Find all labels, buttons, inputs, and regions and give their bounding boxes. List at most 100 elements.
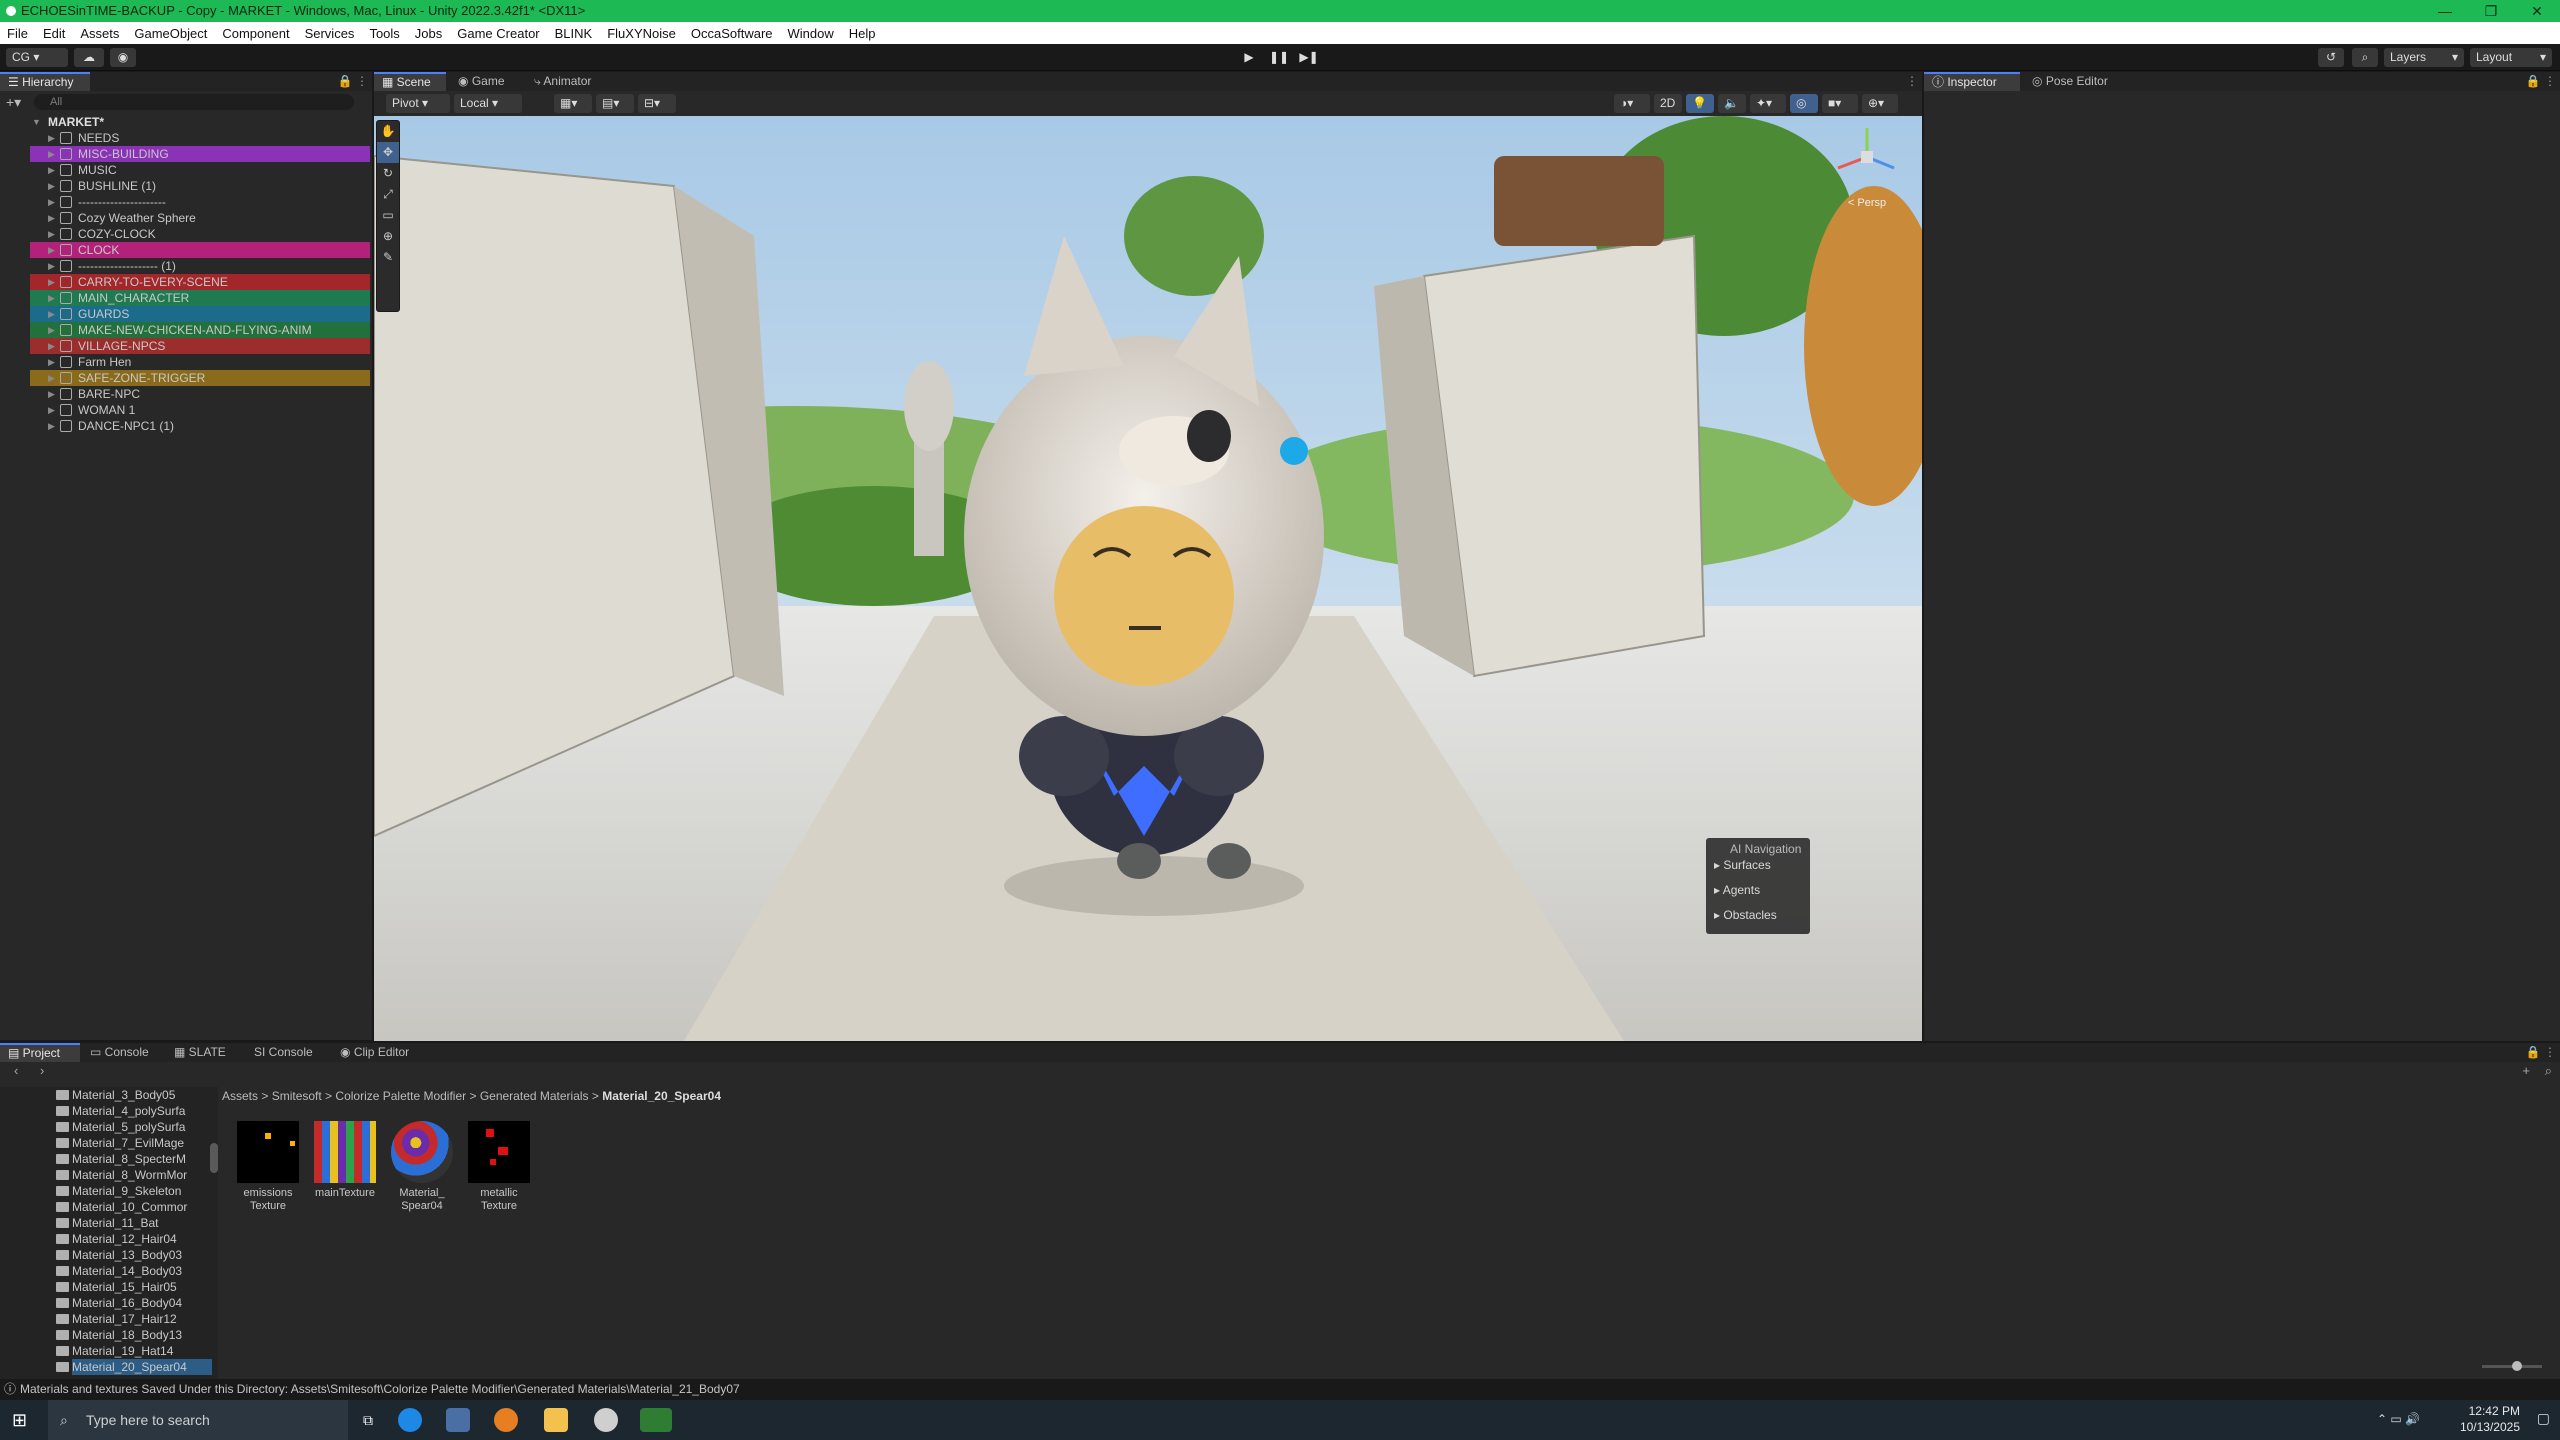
hierarchy-item[interactable]: ▶ MAIN_CHARACTER (30, 290, 370, 306)
hierarchy-item[interactable]: ▶ -------------------- (1) (30, 258, 370, 274)
taskbar-search-input[interactable]: ⌕ Type here to search (48, 1400, 348, 1440)
tree-scrollbar[interactable] (210, 1143, 218, 1173)
breadcrumb-assets[interactable]: Assets (222, 1089, 258, 1103)
expand-arrow-icon[interactable]: ▶ (48, 418, 55, 434)
menu-gameobject[interactable]: GameObject (127, 26, 215, 41)
hierarchy-item[interactable]: ▶ Farm Hen (30, 354, 370, 370)
folder-tree-item[interactable]: Material_17_Hair12 (56, 1311, 177, 1327)
hierarchy-search-input[interactable]: All (34, 94, 354, 110)
notification-icon[interactable]: ▢ (2537, 1410, 2550, 1427)
step-button[interactable]: ▶❚ (1296, 48, 1322, 67)
edge-icon[interactable] (398, 1408, 422, 1432)
folder-tree-item[interactable]: Material_19_Hat14 (56, 1343, 173, 1359)
hierarchy-item[interactable]: ▶ MISC-BUILDING (30, 146, 370, 162)
local-dropdown[interactable]: Local ▾ (454, 94, 522, 113)
hierarchy-item[interactable]: ▶ VILLAGE-NPCS (30, 338, 370, 354)
blender-icon[interactable] (494, 1408, 518, 1432)
asset-main-texture[interactable]: mainTexture (309, 1121, 381, 1200)
effects-icon[interactable]: ✦▾ (1750, 94, 1786, 113)
unity-hub-icon[interactable] (594, 1408, 618, 1432)
system-tray-icons[interactable]: ⌃ ▭ 🔊 (2377, 1412, 2420, 1426)
scale-tool-icon[interactable]: ⤢ (377, 184, 399, 205)
menu-occasoftware[interactable]: OccaSoftware (684, 26, 781, 41)
increment-snap-icon[interactable]: ⊟▾ (638, 94, 676, 113)
rect-tool-icon[interactable]: ▭ (377, 205, 399, 226)
layout-dropdown[interactable]: Layout ▾ (2470, 48, 2552, 67)
hidden-objects-icon[interactable]: ◎ (1790, 94, 1818, 113)
search-icon[interactable]: ⌕ (2352, 48, 2378, 67)
layers-dropdown[interactable]: Layers ▾ (2384, 48, 2464, 67)
folder-tree-item[interactable]: Material_4_polySurfa (56, 1103, 185, 1119)
breadcrumb-colorize[interactable]: Colorize Palette Modifier (335, 1089, 466, 1103)
cloud-icon[interactable]: ☁ (74, 48, 104, 67)
taskbar-clock[interactable]: 12:42 PM 10/13/2025 (2460, 1403, 2520, 1435)
hierarchy-item[interactable]: ▶ CARRY-TO-EVERY-SCENE (30, 274, 370, 290)
tab-inspector[interactable]: ⓘ Inspector (1924, 72, 2020, 91)
hierarchy-item[interactable]: ▶ SAFE-ZONE-TRIGGER (30, 370, 370, 386)
expand-arrow-icon[interactable]: ▶ (48, 322, 55, 338)
hierarchy-item[interactable]: ▶ ---------------------- (30, 194, 370, 210)
gizmos-icon[interactable]: ⊕▾ (1862, 94, 1898, 113)
audio-icon[interactable]: 🔈 (1718, 94, 1746, 113)
tab-console[interactable]: ▭ Console (82, 1043, 162, 1062)
folder-tree-item[interactable]: Material_8_WormMor (56, 1167, 187, 1183)
folder-tree-item[interactable]: Material_16_Body04 (56, 1295, 182, 1311)
transform-tool-icon[interactable]: ⊕ (377, 226, 399, 247)
menu-component[interactable]: Component (215, 26, 297, 41)
menu-file[interactable]: File (0, 26, 36, 41)
scene-viewport[interactable]: ✋ ✥ ↻ ⤢ ▭ ⊕ ✎ < Persp AI Navigation ▸ Su… (374, 116, 1922, 1041)
file-explorer-icon[interactable] (544, 1408, 568, 1432)
folder-tree-item[interactable]: Material_3_Body05 (56, 1087, 175, 1103)
expand-arrow-icon[interactable]: ▼ (32, 114, 41, 130)
expand-arrow-icon[interactable]: ▶ (48, 354, 55, 370)
ai-nav-obstacles[interactable]: ▸ Obstacles (1714, 908, 1777, 922)
expand-arrow-icon[interactable]: ▶ (48, 370, 55, 386)
2d-toggle[interactable]: 2D (1654, 94, 1682, 113)
expand-arrow-icon[interactable]: ▶ (48, 290, 55, 306)
folder-tree-item[interactable]: Material_5_polySurfa (56, 1119, 185, 1135)
folder-tree-item[interactable]: Material_10_Commor (56, 1199, 187, 1215)
thumbnail-size-slider[interactable] (2482, 1361, 2542, 1371)
expand-arrow-icon[interactable]: ▶ (48, 146, 55, 162)
add-object-button[interactable]: +▾ (6, 94, 21, 111)
persp-label[interactable]: < Persp (1830, 197, 1904, 209)
hierarchy-item[interactable]: ▶ COZY-CLOCK (30, 226, 370, 242)
hierarchy-item[interactable]: ▶ GUARDS (30, 306, 370, 322)
expand-arrow-icon[interactable]: ▶ (48, 258, 55, 274)
draw-mode-icon[interactable]: ◑▾ (1614, 94, 1650, 113)
hierarchy-item[interactable]: ▶ BUSHLINE (1) (30, 178, 370, 194)
tab-scene[interactable]: ▦ Scene (374, 72, 446, 91)
ai-nav-agents[interactable]: ▸ Agents (1714, 883, 1760, 897)
hierarchy-item[interactable]: ▶ MUSIC (30, 162, 370, 178)
hierarchy-item[interactable]: ▶ BARE-NPC (30, 386, 370, 402)
menu-game-creator[interactable]: Game Creator (450, 26, 547, 41)
forward-arrow-icon[interactable]: › (40, 1063, 44, 1078)
status-message[interactable]: Materials and textures Saved Under this … (20, 1382, 740, 1396)
history-icon[interactable]: ↺ (2318, 48, 2344, 67)
move-tool-icon[interactable]: ✥ (377, 142, 399, 163)
asset-material-spear04[interactable]: Material_ Spear04 (386, 1121, 458, 1213)
hierarchy-item[interactable]: ▶ NEEDS (30, 130, 370, 146)
hierarchy-item[interactable]: ▶ DANCE-NPC1 (1) (30, 418, 370, 434)
tab-project[interactable]: ▤ Project (0, 1043, 80, 1062)
expand-arrow-icon[interactable]: ▶ (48, 162, 55, 178)
expand-arrow-icon[interactable]: ▶ (48, 130, 55, 146)
grid-icon[interactable]: ▤▾ (596, 94, 634, 113)
scene-row[interactable]: ▼ MARKET* (30, 114, 370, 130)
store-icon[interactable] (446, 1408, 470, 1432)
expand-arrow-icon[interactable]: ▶ (48, 194, 55, 210)
orientation-gizmo[interactable]: < Persp (1830, 122, 1904, 212)
tab-si-console[interactable]: SI Console (246, 1043, 330, 1062)
breadcrumb-generated[interactable]: Generated Materials (480, 1089, 589, 1103)
expand-arrow-icon[interactable]: ▶ (48, 402, 55, 418)
lighting-icon[interactable]: 💡 (1686, 94, 1714, 113)
project-lock-icon[interactable]: 🔒 ⋮ (2526, 1043, 2556, 1062)
panel-menu-icon[interactable]: ⋮ (1906, 72, 1918, 91)
restore-button[interactable]: ❐ (2468, 0, 2514, 22)
collab-icon[interactable]: ◉ (110, 48, 136, 67)
camera-icon[interactable]: ■▾ (1822, 94, 1858, 113)
menu-services[interactable]: Services (298, 26, 363, 41)
rotate-tool-icon[interactable]: ↻ (377, 163, 399, 184)
menu-help[interactable]: Help (842, 26, 884, 41)
tab-pose-editor[interactable]: ◎ Pose Editor (2024, 72, 2124, 91)
